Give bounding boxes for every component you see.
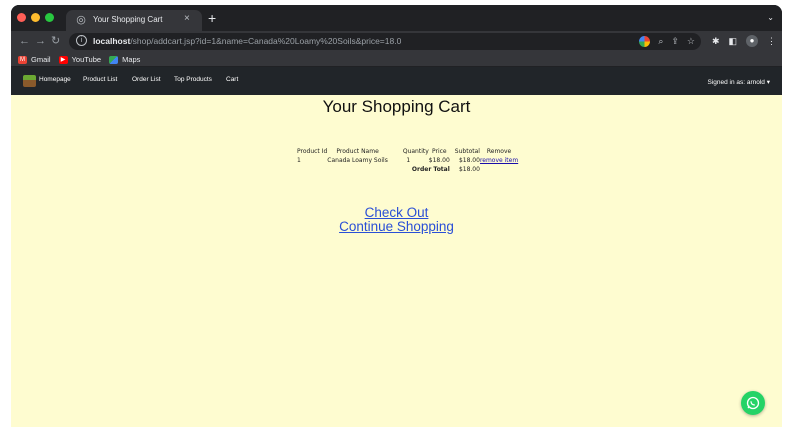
bookmark-youtube[interactable]: ▶ YouTube <box>58 55 101 64</box>
order-total-label: Order Total <box>411 166 450 173</box>
page-content: Your Shopping Cart Product Id Product Na… <box>11 95 782 427</box>
bookmark-star-icon[interactable]: ☆ <box>687 35 695 48</box>
remove-item-link[interactable]: remove item <box>480 157 518 164</box>
browser-tab[interactable]: ◎ Your Shopping Cart × <box>66 10 202 31</box>
col-price: Price <box>431 148 447 155</box>
reload-icon[interactable]: ↻ <box>51 34 60 48</box>
tab-title: Your Shopping Cart <box>93 15 163 24</box>
bookmark-gmail[interactable]: M Gmail <box>18 55 51 64</box>
cart-table: Product Id Product Name Quantity Price S… <box>297 147 518 174</box>
browser-window: ◎ Your Shopping Cart × + ⌄ ← → ↻ i local… <box>11 5 782 427</box>
order-total-value: $18.00 <box>458 166 480 173</box>
bookmarks-bar: M Gmail ▶ YouTube Maps <box>11 53 782 67</box>
whatsapp-icon <box>746 396 760 410</box>
cell-product-id: 1 <box>297 157 301 164</box>
nav-order-list[interactable]: Order List <box>132 76 161 83</box>
total-row: Order Total $18.00 <box>297 165 518 174</box>
tab-close-icon[interactable]: × <box>184 13 190 25</box>
new-tab-button[interactable]: + <box>208 11 216 25</box>
page-title: Your Shopping Cart <box>322 97 471 116</box>
table-row: 1 Canada Loamy Soils 1 $18.00 $18.00 rem… <box>297 156 518 165</box>
site-navbar: Homepage Product List Order List Top Pro… <box>11 67 782 95</box>
nav-product-list[interactable]: Product List <box>83 76 117 83</box>
tab-strip: ◎ Your Shopping Cart × + ⌄ <box>11 5 782 31</box>
google-lens-icon[interactable] <box>639 36 651 47</box>
address-bar[interactable]: i localhost/shop/addcart.jsp?id=1&name=C… <box>69 33 701 50</box>
user-menu[interactable]: Signed in as: arnold ▾ <box>707 78 770 86</box>
back-icon[interactable]: ← <box>19 34 30 48</box>
nav-top-products[interactable]: Top Products <box>174 76 212 83</box>
cell-quantity: 1 <box>406 157 411 164</box>
info-icon[interactable]: i <box>76 35 87 46</box>
globe-icon: ◎ <box>76 14 86 26</box>
continue-shopping-link[interactable]: Continue Shopping <box>11 219 782 234</box>
tab-search-icon[interactable]: ⌄ <box>767 13 774 22</box>
browser-toolbar: ← → ↻ i localhost/shop/addcart.jsp?id=1&… <box>11 31 782 53</box>
minimize-window-button[interactable] <box>31 13 40 22</box>
site-logo-icon[interactable] <box>23 75 36 87</box>
col-subtotal: Subtotal <box>454 148 480 155</box>
cell-price: $18.00 <box>428 157 450 164</box>
profile-icon[interactable]: ● <box>746 35 758 47</box>
gmail-icon: M <box>18 55 27 64</box>
col-product-name: Product Name <box>336 148 379 155</box>
col-quantity: Quantity <box>402 148 429 155</box>
bookmark-maps[interactable]: Maps <box>109 55 140 64</box>
maximize-window-button[interactable] <box>45 13 54 22</box>
nav-cart[interactable]: Cart <box>226 76 238 83</box>
side-panel-icon[interactable]: ◧ <box>728 35 737 48</box>
url-text: localhost/shop/addcart.jsp?id=1&name=Can… <box>93 36 402 46</box>
col-product-id: Product Id <box>297 148 328 155</box>
share-icon[interactable]: ⇪ <box>671 35 679 48</box>
close-window-button[interactable] <box>17 13 26 22</box>
zoom-icon[interactable]: ⌕ <box>658 35 663 48</box>
nav-homepage[interactable]: Homepage <box>39 76 71 83</box>
forward-icon[interactable]: → <box>35 34 46 48</box>
extensions-icon[interactable]: ✱ <box>712 35 720 48</box>
check-out-link[interactable]: Check Out <box>11 205 782 220</box>
youtube-icon: ▶ <box>58 55 68 64</box>
maps-icon <box>109 55 119 64</box>
cell-product-name: Canada Loamy Soils <box>327 157 388 164</box>
more-menu-icon[interactable]: ⋮ <box>767 35 776 48</box>
col-remove: Remove <box>486 148 512 155</box>
whatsapp-chat-button[interactable] <box>741 391 765 415</box>
table-header-row: Product Id Product Name Quantity Price S… <box>297 147 518 156</box>
cell-subtotal: $18.00 <box>458 157 480 164</box>
